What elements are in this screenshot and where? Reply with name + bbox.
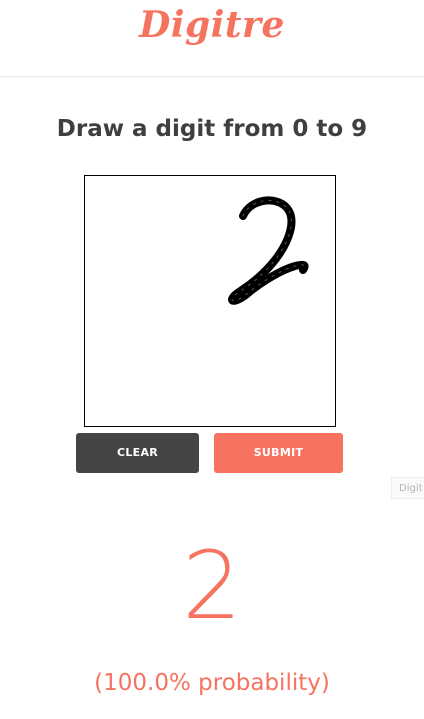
submit-button[interactable]: SUBMIT: [214, 433, 343, 473]
drawn-digit-stroke: [228, 196, 309, 305]
predicted-digit: 2: [182, 532, 242, 641]
clear-button[interactable]: CLEAR: [76, 433, 199, 473]
digit-side-tag[interactable]: Digit: [391, 477, 424, 499]
site-header: Digitre: [0, 0, 424, 77]
drawing-canvas[interactable]: [84, 175, 336, 427]
prediction-probability: (100.0% probability): [94, 670, 330, 696]
brand-logo[interactable]: Digitre: [0, 4, 424, 46]
page-title: Draw a digit from 0 to 9: [56, 116, 368, 142]
